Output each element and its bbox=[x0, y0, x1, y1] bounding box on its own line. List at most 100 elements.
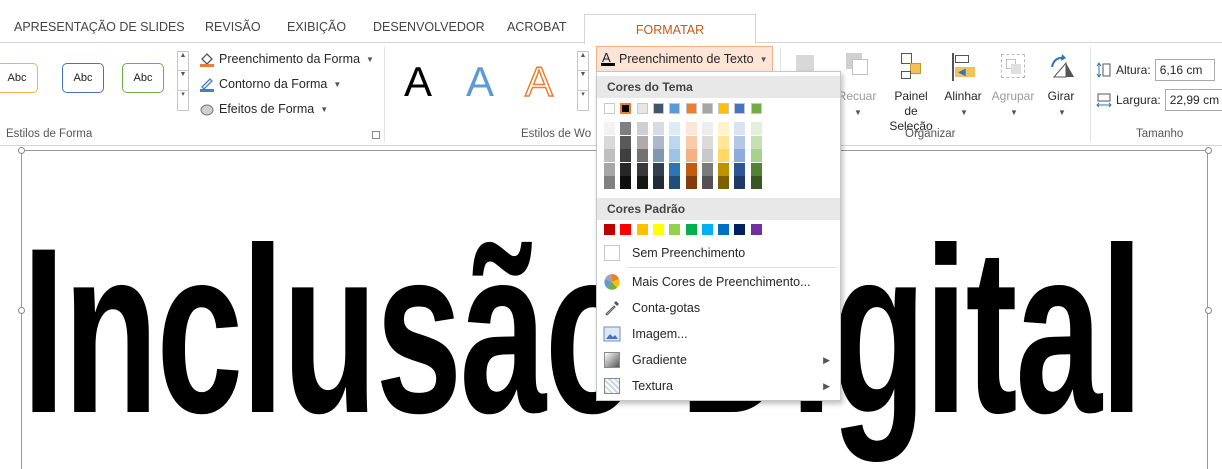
theme-shade-swatch[interactable] bbox=[669, 162, 681, 176]
scroll-up-icon[interactable]: ▲ bbox=[178, 52, 188, 72]
align-button[interactable]: ◀ Alinhar ▼ bbox=[938, 51, 988, 120]
resize-handle[interactable] bbox=[1205, 147, 1212, 154]
theme-shade-swatch[interactable] bbox=[620, 176, 632, 189]
wordart-style-black[interactable]: A bbox=[404, 61, 432, 103]
theme-shade-swatch[interactable] bbox=[604, 122, 615, 135]
theme-shade-swatch[interactable] bbox=[636, 149, 648, 162]
scroll-up-icon[interactable]: ▲ bbox=[578, 52, 588, 72]
shape-outline-button[interactable]: Contorno da Forma ▼ bbox=[199, 76, 341, 92]
theme-shade-swatch[interactable] bbox=[636, 135, 648, 149]
text-fill-button[interactable]: A Preenchimento de Texto ▼ bbox=[596, 46, 773, 72]
theme-shade-swatch[interactable] bbox=[750, 122, 762, 135]
gallery-more-icon[interactable]: ▾ bbox=[178, 91, 188, 110]
theme-color-swatch[interactable] bbox=[669, 103, 681, 114]
shape-fill-button[interactable]: Preenchimento da Forma ▼ bbox=[199, 51, 374, 67]
theme-shade-swatch[interactable] bbox=[701, 122, 713, 135]
theme-shade-swatch[interactable] bbox=[750, 149, 762, 162]
gradient-item[interactable]: Gradiente ▶ bbox=[597, 347, 840, 373]
scroll-down-icon[interactable]: ▼ bbox=[178, 71, 188, 91]
texture-item[interactable]: Textura ▶ bbox=[597, 373, 840, 399]
theme-color-swatch[interactable] bbox=[734, 103, 746, 114]
wordart-style-orange-outline[interactable]: A bbox=[524, 60, 554, 104]
theme-shade-swatch[interactable] bbox=[718, 149, 730, 162]
resize-handle[interactable] bbox=[1205, 307, 1212, 314]
tab-apresentacao-de-slides[interactable]: APRESENTAÇÃO DE SLIDES bbox=[14, 20, 185, 34]
eyedropper-item[interactable]: Conta-gotas bbox=[597, 295, 840, 321]
selection-pane-button[interactable]: Painel de Seleção bbox=[886, 51, 936, 134]
standard-color-swatch[interactable] bbox=[652, 224, 664, 235]
theme-shade-swatch[interactable] bbox=[620, 135, 632, 149]
theme-shade-swatch[interactable] bbox=[620, 162, 632, 176]
shape-style-thumb-3[interactable]: Abc bbox=[122, 63, 164, 93]
theme-shade-swatch[interactable] bbox=[750, 176, 762, 189]
theme-shade-swatch[interactable] bbox=[604, 162, 615, 176]
picture-item[interactable]: Imagem... bbox=[597, 321, 840, 347]
theme-shade-swatch[interactable] bbox=[620, 149, 632, 162]
dialog-launcher-icon[interactable] bbox=[372, 131, 380, 139]
rotate-button[interactable]: Girar ▼ bbox=[1036, 51, 1086, 120]
theme-shade-swatch[interactable] bbox=[669, 135, 681, 149]
theme-shade-swatch[interactable] bbox=[620, 122, 632, 135]
theme-shade-swatch[interactable] bbox=[734, 122, 746, 135]
theme-shade-swatch[interactable] bbox=[669, 149, 681, 162]
theme-color-swatch[interactable] bbox=[701, 103, 713, 114]
tab-formatar[interactable]: FORMATAR bbox=[584, 14, 756, 44]
theme-shade-swatch[interactable] bbox=[652, 149, 664, 162]
wordart-style-blue[interactable]: A bbox=[466, 61, 494, 103]
theme-shade-swatch[interactable] bbox=[685, 149, 697, 162]
theme-shade-swatch[interactable] bbox=[750, 162, 762, 176]
theme-shade-swatch[interactable] bbox=[685, 176, 697, 189]
theme-shade-swatch[interactable] bbox=[718, 122, 730, 135]
theme-shade-swatch[interactable] bbox=[636, 162, 648, 176]
theme-color-swatch[interactable] bbox=[718, 103, 730, 114]
standard-color-swatch[interactable] bbox=[685, 224, 697, 235]
standard-color-swatch[interactable] bbox=[701, 224, 713, 235]
theme-color-swatch[interactable] bbox=[620, 103, 632, 114]
shape-style-thumb-2[interactable]: Abc bbox=[62, 63, 104, 93]
theme-shade-swatch[interactable] bbox=[701, 149, 713, 162]
resize-handle[interactable] bbox=[18, 147, 25, 154]
theme-shade-swatch[interactable] bbox=[604, 176, 615, 189]
theme-color-swatch[interactable] bbox=[685, 103, 697, 114]
standard-color-swatch[interactable] bbox=[669, 224, 681, 235]
gallery-more-icon[interactable]: ▾ bbox=[578, 91, 588, 110]
standard-color-swatch[interactable] bbox=[734, 224, 746, 235]
standard-color-swatch[interactable] bbox=[620, 224, 632, 235]
height-input[interactable]: 6,16 cm bbox=[1154, 59, 1215, 81]
theme-color-swatch[interactable] bbox=[750, 103, 762, 114]
group-button[interactable]: Agrupar ▼ bbox=[988, 51, 1038, 120]
tab-exibicao[interactable]: EXIBIÇÃO bbox=[287, 20, 346, 34]
theme-shade-swatch[interactable] bbox=[701, 135, 713, 149]
theme-shade-swatch[interactable] bbox=[701, 176, 713, 189]
tab-acrobat[interactable]: ACROBAT bbox=[507, 20, 567, 34]
theme-shade-swatch[interactable] bbox=[734, 149, 746, 162]
theme-shade-swatch[interactable] bbox=[685, 122, 697, 135]
theme-shade-swatch[interactable] bbox=[718, 176, 730, 189]
theme-shade-swatch[interactable] bbox=[652, 135, 664, 149]
theme-color-swatch[interactable] bbox=[652, 103, 664, 114]
theme-shade-swatch[interactable] bbox=[734, 162, 746, 176]
theme-color-swatch[interactable] bbox=[604, 103, 615, 114]
slide-wordart-text[interactable]: Inclusão Digital bbox=[22, 213, 1143, 449]
theme-shade-swatch[interactable] bbox=[701, 162, 713, 176]
width-input[interactable]: 22,99 cm bbox=[1164, 89, 1222, 111]
scroll-down-icon[interactable]: ▼ bbox=[578, 71, 588, 91]
theme-color-swatch[interactable] bbox=[636, 103, 648, 114]
shape-styles-gallery-scroll[interactable]: ▲ ▼ ▾ bbox=[177, 51, 189, 111]
standard-color-swatch[interactable] bbox=[750, 224, 762, 235]
theme-shade-swatch[interactable] bbox=[750, 135, 762, 149]
theme-shade-swatch[interactable] bbox=[636, 122, 648, 135]
standard-color-swatch[interactable] bbox=[718, 224, 730, 235]
shape-style-thumb-1[interactable]: Abc bbox=[0, 63, 38, 93]
tab-revisao[interactable]: REVISÃO bbox=[205, 20, 261, 34]
theme-shade-swatch[interactable] bbox=[734, 135, 746, 149]
theme-shade-swatch[interactable] bbox=[718, 162, 730, 176]
theme-shade-swatch[interactable] bbox=[734, 176, 746, 189]
wordart-gallery-scroll[interactable]: ▲ ▼ ▾ bbox=[577, 51, 589, 111]
standard-color-swatch[interactable] bbox=[604, 224, 615, 235]
theme-shade-swatch[interactable] bbox=[669, 176, 681, 189]
theme-shade-swatch[interactable] bbox=[652, 176, 664, 189]
theme-shade-swatch[interactable] bbox=[685, 135, 697, 149]
tab-desenvolvedor[interactable]: DESENVOLVEDOR bbox=[373, 20, 485, 34]
more-fill-colors-item[interactable]: Mais Cores de Preenchimento... bbox=[597, 269, 840, 295]
